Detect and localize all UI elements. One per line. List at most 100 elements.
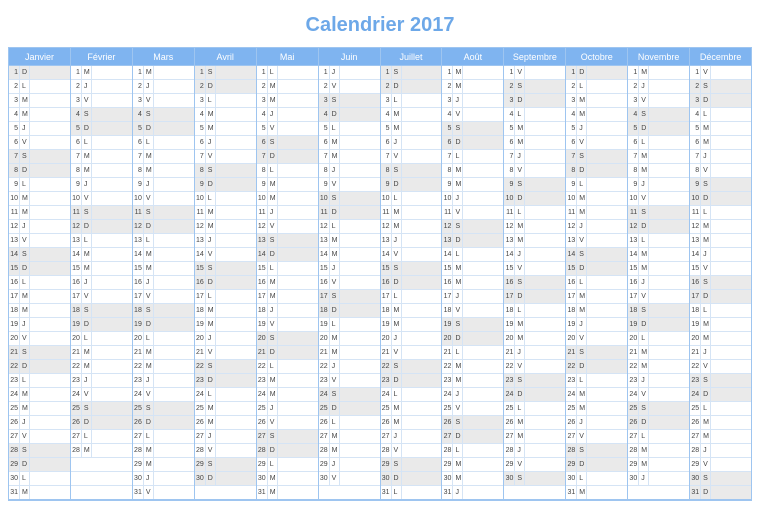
day-number: 1 — [9, 66, 20, 79]
day-of-week: S — [392, 66, 402, 79]
day-cell: 2M — [257, 80, 318, 94]
day-content — [278, 374, 318, 387]
day-of-week: S — [268, 136, 278, 149]
day-number: 29 — [319, 458, 330, 471]
day-cell: 23J — [628, 374, 689, 388]
day-of-week: M — [82, 360, 92, 373]
month-column: Février1M2J3V4S5D6L7M8M9J10V11S12D13L14M… — [71, 48, 133, 500]
day-of-week: D — [639, 122, 649, 135]
day-cell: 27M — [504, 430, 565, 444]
day-of-week: V — [515, 164, 525, 177]
day-cell: 4M — [566, 108, 627, 122]
day-content — [711, 486, 751, 499]
day-number: 22 — [319, 360, 330, 373]
day-cell: 1J — [319, 66, 380, 80]
day-number: 11 — [319, 206, 330, 219]
day-cell: 9V — [319, 178, 380, 192]
day-number: 1 — [257, 66, 268, 79]
day-of-week: M — [453, 66, 463, 79]
day-cell: 25M — [566, 402, 627, 416]
day-of-week: M — [268, 374, 278, 387]
day-of-week: V — [82, 192, 92, 205]
day-number: 10 — [566, 192, 577, 205]
day-cell: 21V — [381, 346, 442, 360]
day-content — [340, 234, 380, 247]
day-number: 1 — [628, 66, 639, 79]
day-cell: 29M — [628, 458, 689, 472]
day-number: 22 — [690, 360, 701, 373]
day-number: 19 — [257, 318, 268, 331]
day-of-week: M — [639, 444, 649, 457]
day-number: 10 — [195, 192, 206, 205]
day-cell: 19M — [504, 318, 565, 332]
day-content — [649, 248, 689, 261]
day-number: 6 — [319, 136, 330, 149]
day-number: 2 — [381, 80, 392, 93]
day-of-week: M — [515, 234, 525, 247]
day-cell: 15D — [9, 262, 70, 276]
day-number: 30 — [566, 472, 577, 485]
day-cell: 19D — [628, 318, 689, 332]
day-content — [711, 150, 751, 163]
day-number: 17 — [628, 290, 639, 303]
day-of-week: J — [330, 262, 340, 275]
day-cell: 10L — [381, 192, 442, 206]
day-content — [92, 388, 132, 401]
day-number: 3 — [566, 94, 577, 107]
day-of-week: V — [268, 220, 278, 233]
day-of-week: M — [453, 374, 463, 387]
day-of-week: M — [268, 94, 278, 107]
day-of-week: M — [577, 402, 587, 415]
day-number: 21 — [504, 346, 515, 359]
day-cell: 22V — [504, 360, 565, 374]
day-cell: 27D — [442, 430, 503, 444]
day-content — [216, 66, 256, 79]
day-content — [154, 472, 194, 485]
day-number: 11 — [690, 206, 701, 219]
day-number: 13 — [257, 234, 268, 247]
day-cell: 29S — [195, 458, 256, 472]
day-content — [30, 164, 70, 177]
day-number: 5 — [319, 122, 330, 135]
day-number: 24 — [195, 388, 206, 401]
day-content — [402, 486, 442, 499]
day-number: 16 — [195, 276, 206, 289]
day-of-week: D — [515, 290, 525, 303]
day-of-week: D — [453, 136, 463, 149]
day-of-week: J — [20, 416, 30, 429]
day-cell: 8L — [257, 164, 318, 178]
day-number: 25 — [71, 402, 82, 415]
day-of-week: M — [577, 290, 587, 303]
day-of-week: L — [577, 178, 587, 191]
day-of-week: S — [453, 122, 463, 135]
day-of-week: L — [577, 80, 587, 93]
day-cell: 17D — [504, 290, 565, 304]
day-of-week: L — [268, 164, 278, 177]
day-cell: 7J — [690, 150, 751, 164]
day-number: 17 — [690, 290, 701, 303]
day-cell: 18S — [628, 304, 689, 318]
day-number: 13 — [504, 234, 515, 247]
day-content — [649, 472, 689, 485]
day-cell: 13L — [71, 234, 132, 248]
day-number: 2 — [9, 80, 20, 93]
day-number: 21 — [9, 346, 20, 359]
day-of-week: M — [639, 248, 649, 261]
day-of-week: M — [392, 206, 402, 219]
day-cell: 17L — [195, 290, 256, 304]
day-cell: 14J — [504, 248, 565, 262]
day-content — [402, 262, 442, 275]
day-content — [154, 94, 194, 107]
day-number: 23 — [71, 374, 82, 387]
day-number: 3 — [257, 94, 268, 107]
day-of-week: M — [82, 262, 92, 275]
day-content — [649, 346, 689, 359]
day-content — [711, 234, 751, 247]
day-cell: 12L — [319, 220, 380, 234]
day-number: 4 — [381, 108, 392, 121]
day-number: 15 — [504, 262, 515, 275]
day-of-week: S — [20, 346, 30, 359]
day-number: 27 — [133, 430, 144, 443]
day-cell: 15L — [257, 262, 318, 276]
day-cell: 19S — [442, 318, 503, 332]
